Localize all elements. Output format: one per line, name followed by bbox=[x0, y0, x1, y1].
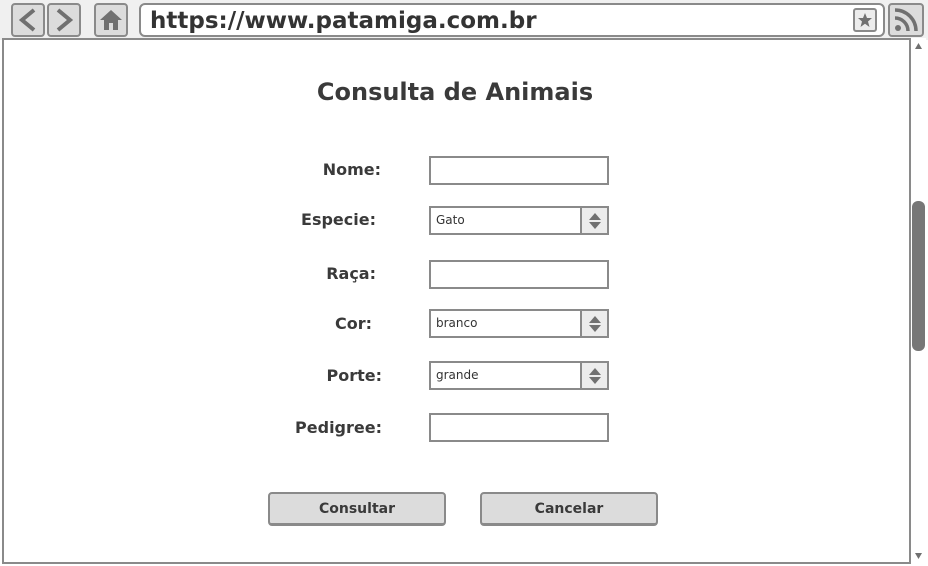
raca-input[interactable] bbox=[429, 260, 609, 289]
vertical-scrollbar[interactable] bbox=[909, 38, 926, 564]
address-bar[interactable]: https://www.patamiga.com.br bbox=[139, 3, 885, 37]
url-text: https://www.patamiga.com.br bbox=[150, 8, 537, 34]
back-arrow-icon bbox=[18, 8, 36, 32]
porte-label: Porte: bbox=[326, 366, 382, 385]
updown-arrows-icon[interactable] bbox=[580, 208, 607, 233]
scroll-up-icon[interactable] bbox=[913, 40, 924, 52]
page-title: Consulta de Animais bbox=[316, 78, 594, 106]
porte-selected-value: grande bbox=[436, 368, 479, 382]
cor-label: Cor: bbox=[334, 314, 372, 333]
scroll-down-icon[interactable] bbox=[913, 550, 924, 562]
raca-label: Raça: bbox=[326, 264, 376, 283]
especie-selected-value: Gato bbox=[436, 213, 465, 227]
rss-icon bbox=[894, 8, 918, 32]
consultar-button[interactable]: Consultar bbox=[268, 492, 446, 526]
nome-input[interactable] bbox=[429, 156, 609, 185]
cancelar-button[interactable]: Cancelar bbox=[480, 492, 658, 526]
home-icon bbox=[100, 10, 122, 30]
pedigree-label: Pedigree: bbox=[295, 418, 382, 437]
nome-label: Nome: bbox=[322, 160, 381, 179]
browser-window: https://www.patamiga.com.br Consulta de … bbox=[0, 0, 928, 566]
forward-arrow-icon bbox=[56, 8, 74, 32]
page-viewport bbox=[2, 38, 926, 564]
cor-select[interactable]: branco bbox=[429, 309, 609, 338]
cor-selected-value: branco bbox=[436, 316, 478, 330]
home-button[interactable] bbox=[94, 3, 128, 37]
rss-button[interactable] bbox=[888, 3, 924, 37]
browser-toolbar: https://www.patamiga.com.br bbox=[0, 0, 928, 40]
scroll-thumb[interactable] bbox=[912, 201, 925, 351]
updown-arrows-icon[interactable] bbox=[580, 311, 607, 336]
porte-select[interactable]: grande bbox=[429, 361, 609, 390]
updown-arrows-icon[interactable] bbox=[580, 363, 607, 388]
bookmark-button[interactable] bbox=[853, 8, 877, 32]
especie-label: Especie: bbox=[301, 210, 376, 229]
star-icon bbox=[858, 13, 872, 27]
pedigree-input[interactable] bbox=[429, 413, 609, 442]
especie-select[interactable]: Gato bbox=[429, 206, 609, 235]
forward-button[interactable] bbox=[47, 3, 81, 37]
back-button[interactable] bbox=[11, 3, 45, 37]
